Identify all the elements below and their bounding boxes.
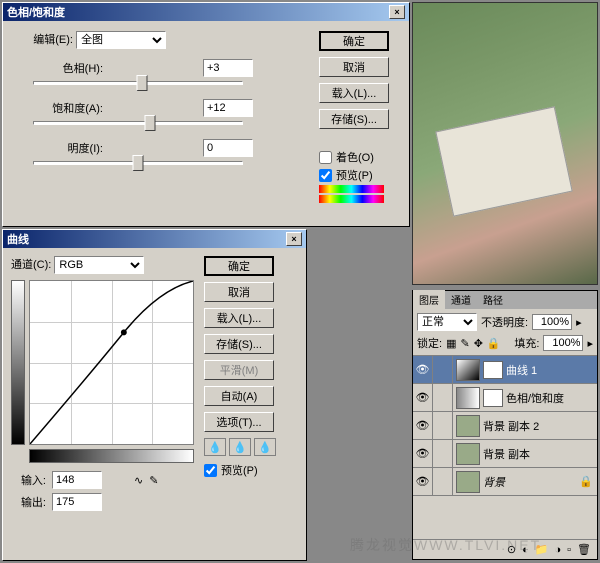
input-label: 输入: [11,472,46,488]
input-gradient [29,449,194,463]
trash-icon[interactable]: 🗑 [577,543,591,556]
lock-transparency-icon[interactable]: ▦ [446,337,456,350]
light-label: 明度(I): [33,140,103,156]
ok-button[interactable]: 确定 [204,256,274,276]
lock-paint-icon[interactable]: ✎ [460,337,469,350]
panel-tabs: 图层 通道 路径 [413,291,597,309]
hue-label: 色相(H): [33,60,103,76]
eyedropper-black-icon[interactable]: 💧 [204,438,226,456]
hue-slider[interactable] [33,81,243,85]
input-value[interactable] [52,471,102,489]
lock-move-icon[interactable]: ✥ [474,337,483,350]
edit-select[interactable]: 全图 [76,31,166,49]
visibility-icon[interactable]: 👁 [413,412,433,440]
fill-label: 填充: [514,335,539,351]
layer-list: 👁 曲线 1 👁 色相/饱和度 👁 背景 副本 2 👁 背景 副本 👁 背景 🔒 [413,355,597,496]
opacity-input[interactable]: 100% [532,314,572,330]
output-value[interactable] [52,493,102,511]
cancel-button[interactable]: 取消 [204,282,274,302]
hue-saturation-dialog: 色相/饱和度 × 编辑(E): 全图 色相(H): 饱和度(A): [2,2,410,227]
fill-input[interactable]: 100% [543,335,583,351]
curves-titlebar: 曲线 × [3,230,306,248]
visibility-icon[interactable]: 👁 [413,384,433,412]
tab-layers[interactable]: 图层 [413,290,445,309]
hue-titlebar: 色相/饱和度 × [3,3,409,21]
adjustment-icon[interactable]: ◑ [554,544,561,556]
options-button[interactable]: 选项(T)... [204,412,274,432]
save-button[interactable]: 存储(S)... [204,334,274,354]
cancel-button[interactable]: 取消 [319,57,389,77]
layer-name: 背景 [483,474,505,490]
load-button[interactable]: 载入(L)... [319,83,389,103]
layer-item[interactable]: 👁 色相/饱和度 [413,384,597,412]
eyedropper-gray-icon[interactable]: 💧 [229,438,251,456]
sat-slider[interactable] [33,121,243,125]
layer-item[interactable]: 👁 曲线 1 [413,356,597,384]
ok-button[interactable]: 确定 [319,31,389,51]
layers-panel: 图层 通道 路径 正常 不透明度: 100%▸ 锁定: ▦ ✎ ✥ 🔒 填充: … [412,290,598,560]
eyedropper-white-icon[interactable]: 💧 [254,438,276,456]
watermark: 腾龙视觉WWW.TLVI.NET [350,535,541,555]
tab-channels[interactable]: 通道 [445,290,477,309]
light-slider[interactable] [33,161,243,165]
layer-item[interactable]: 👁 背景 副本 [413,440,597,468]
curves-title: 曲线 [7,231,29,247]
output-gradient [11,280,25,445]
layer-name: 背景 副本 [483,446,530,462]
curve-tool-icon[interactable]: ∿ [134,474,143,487]
preview-checkbox[interactable]: 预览(P) [204,462,282,478]
preview-image [412,2,598,285]
save-button[interactable]: 存储(S)... [319,109,389,129]
hue-input[interactable] [203,59,253,77]
visibility-icon[interactable]: 👁 [413,356,433,384]
channel-label: 通道(C): [11,259,51,271]
layer-name: 色相/饱和度 [506,390,564,406]
curves-dialog: 曲线 × 通道(C): RGB [2,229,307,561]
chevron-right-icon[interactable]: ▸ [576,316,582,329]
sat-label: 饱和度(A): [33,100,103,116]
channel-select[interactable]: RGB [54,256,144,274]
layer-item[interactable]: 👁 背景 副本 2 [413,412,597,440]
blend-mode-select[interactable]: 正常 [417,313,477,331]
lock-icon: 🔒 [579,475,593,488]
lock-label: 锁定: [417,335,442,351]
layer-item[interactable]: 👁 背景 🔒 [413,468,597,496]
spectrum-after [319,195,384,203]
close-icon[interactable]: × [389,5,405,19]
preview-checkbox[interactable]: 预览(P) [319,167,399,183]
light-input[interactable] [203,139,253,157]
layer-name: 曲线 1 [506,362,537,378]
visibility-icon[interactable]: 👁 [413,468,433,496]
tab-paths[interactable]: 路径 [477,290,509,309]
auto-button[interactable]: 自动(A) [204,386,274,406]
colorize-checkbox[interactable]: 着色(O) [319,149,399,165]
curve-graph[interactable] [29,280,194,445]
spectrum-before [319,185,384,193]
chevron-right-icon[interactable]: ▸ [587,337,593,350]
hue-title: 色相/饱和度 [7,4,65,20]
load-button[interactable]: 载入(L)... [204,308,274,328]
edit-label: 编辑(E): [13,31,73,47]
output-label: 输出: [11,494,46,510]
new-layer-icon[interactable]: ▫ [567,544,571,556]
opacity-label: 不透明度: [481,314,528,330]
pencil-tool-icon[interactable]: ✎ [149,474,158,487]
layer-name: 背景 副本 2 [483,418,539,434]
sat-input[interactable] [203,99,253,117]
close-icon[interactable]: × [286,232,302,246]
visibility-icon[interactable]: 👁 [413,440,433,468]
lock-all-icon[interactable]: 🔒 [487,337,501,350]
smooth-button: 平滑(M) [204,360,274,380]
